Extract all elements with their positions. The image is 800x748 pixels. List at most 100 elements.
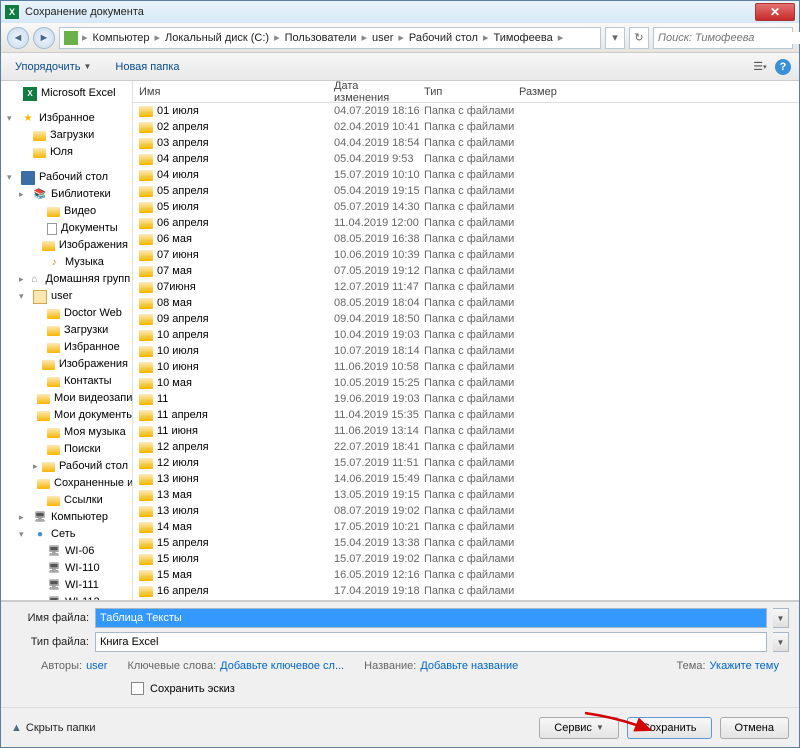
tree-item[interactable]: Поиски xyxy=(1,441,132,458)
breadcrumb-segment[interactable]: Тимофеева xyxy=(491,32,556,44)
file-row[interactable]: 07 мая07.05.2019 19:12Папка с файлами xyxy=(133,263,799,279)
breadcrumb-sep-icon[interactable]: ▸ xyxy=(556,31,566,44)
file-row[interactable]: 1119.06.2019 19:03Папка с файлами xyxy=(133,391,799,407)
expand-icon[interactable]: ▾ xyxy=(19,527,29,542)
file-row[interactable]: 15 мая16.05.2019 12:16Папка с файлами xyxy=(133,567,799,583)
tree-item[interactable]: Мои документь xyxy=(1,407,132,424)
refresh-button[interactable]: ↻ xyxy=(629,27,649,49)
new-folder-button[interactable]: Новая папка xyxy=(109,58,185,76)
organize-button[interactable]: Упорядочить▼ xyxy=(9,58,97,76)
tree-item[interactable]: Изображения xyxy=(1,237,132,254)
file-row[interactable]: 12 апреля22.07.2019 18:41Папка с файлами xyxy=(133,439,799,455)
theme-value[interactable]: Укажите тему xyxy=(710,660,779,672)
breadcrumb-sep-icon[interactable]: ▸ xyxy=(359,31,369,44)
expand-icon[interactable]: ▾ xyxy=(19,289,29,304)
expand-icon[interactable]: ▸ xyxy=(19,272,24,287)
file-row[interactable]: 13 июня14.06.2019 15:49Папка с файлами xyxy=(133,471,799,487)
tree-item[interactable]: Юля xyxy=(1,144,132,161)
nav-forward-button[interactable]: ► xyxy=(33,27,55,49)
tree-item[interactable]: XMicrosoft Excel xyxy=(1,85,132,102)
filename-dropdown-button[interactable]: ▼ xyxy=(773,608,789,628)
expand-icon[interactable]: ▸ xyxy=(33,459,38,474)
tree-item[interactable]: 🖥WI-112 xyxy=(1,594,132,600)
tree-item[interactable]: Моя музыка xyxy=(1,424,132,441)
tree-item[interactable]: Контакты xyxy=(1,373,132,390)
tree-item[interactable]: ▸Рабочий стол xyxy=(1,458,132,475)
file-row[interactable]: 10 июля10.07.2019 18:14Папка с файлами xyxy=(133,343,799,359)
breadcrumb-segment[interactable]: Локальный диск (C:) xyxy=(162,32,272,44)
help-button[interactable]: ? xyxy=(775,59,791,75)
file-row[interactable]: 13 мая13.05.2019 19:15Папка с файлами xyxy=(133,487,799,503)
tree-item[interactable]: Изображения xyxy=(1,356,132,373)
close-button[interactable]: ✕ xyxy=(755,3,795,21)
sidebar[interactable]: XMicrosoft Excel ▾★Избранное Загрузки Юля ▾Р… xyxy=(1,81,133,600)
file-row[interactable]: 16 мая17.05.2019 19:06Папка с файлами xyxy=(133,599,799,600)
breadcrumb-segment[interactable]: user xyxy=(369,32,396,44)
tree-item[interactable]: Сохраненные и xyxy=(1,475,132,492)
cancel-button[interactable]: Отмена xyxy=(720,717,789,739)
file-row[interactable]: 04 июля15.07.2019 10:10Папка с файлами xyxy=(133,167,799,183)
expand-icon[interactable]: ▸ xyxy=(19,510,29,525)
file-list[interactable]: Имя Дата изменения Тип Размер 01 июля04.… xyxy=(133,81,799,600)
file-row[interactable]: 05 июля05.07.2019 14:30Папка с файлами xyxy=(133,199,799,215)
breadcrumb-sep-icon[interactable]: ▸ xyxy=(481,31,491,44)
hide-folders-button[interactable]: ▲Скрыть папки xyxy=(11,722,95,734)
file-row[interactable]: 14 мая17.05.2019 10:21Папка с файлами xyxy=(133,519,799,535)
breadcrumb-segment[interactable]: Пользователи xyxy=(282,32,360,44)
col-header-type[interactable]: Тип xyxy=(418,86,513,98)
title-meta-value[interactable]: Добавьте название xyxy=(420,660,518,672)
breadcrumb-sep-icon[interactable]: ▸ xyxy=(272,31,282,44)
breadcrumb-segment[interactable]: Компьютер xyxy=(90,32,153,44)
file-row[interactable]: 11 апреля11.04.2019 15:35Папка с файлами xyxy=(133,407,799,423)
tree-item[interactable]: ▾Рабочий стол xyxy=(1,169,132,186)
tree-item[interactable]: Документы xyxy=(1,220,132,237)
service-button[interactable]: Сервис▼ xyxy=(539,717,619,739)
tree-item[interactable]: ▸🖥Компьютер xyxy=(1,509,132,526)
breadcrumb-sep-icon[interactable]: ▸ xyxy=(80,31,90,44)
file-row[interactable]: 04 апреля05.04.2019 9:53Папка с файлами xyxy=(133,151,799,167)
save-thumbnail-checkbox[interactable] xyxy=(131,682,144,695)
file-row[interactable]: 06 апреля11.04.2019 12:00Папка с файлами xyxy=(133,215,799,231)
file-row[interactable]: 10 мая10.05.2019 15:25Папка с файлами xyxy=(133,375,799,391)
file-row[interactable]: 07 июня10.06.2019 10:39Папка с файлами xyxy=(133,247,799,263)
file-row[interactable]: 16 апреля17.04.2019 19:18Папка с файлами xyxy=(133,583,799,599)
file-row[interactable]: 15 апреля15.04.2019 13:38Папка с файлами xyxy=(133,535,799,551)
keywords-value[interactable]: Добавьте ключевое сл... xyxy=(220,660,344,672)
file-row[interactable]: 02 апреля02.04.2019 10:41Папка с файлами xyxy=(133,119,799,135)
breadcrumb-segment[interactable]: Рабочий стол xyxy=(406,32,481,44)
tree-item[interactable]: ▾★Избранное xyxy=(1,110,132,127)
tree-item[interactable]: Doctor Web xyxy=(1,305,132,322)
file-row[interactable]: 13 июля08.07.2019 19:02Папка с файлами xyxy=(133,503,799,519)
view-options-button[interactable]: ☰▾ xyxy=(749,57,771,77)
tree-item[interactable]: 🖥WI-110 xyxy=(1,560,132,577)
file-row[interactable]: 01 июля04.07.2019 18:16Папка с файлами xyxy=(133,103,799,119)
file-row[interactable]: 10 апреля10.04.2019 19:03Папка с файлами xyxy=(133,327,799,343)
authors-value[interactable]: user xyxy=(86,660,107,672)
filetype-input[interactable]: Книга Excel xyxy=(95,632,767,652)
tree-item[interactable]: ▸📚Библиотеки xyxy=(1,186,132,203)
file-row[interactable]: 09 апреля09.04.2019 18:50Папка с файлами xyxy=(133,311,799,327)
file-row[interactable]: 11 июня11.06.2019 13:14Папка с файлами xyxy=(133,423,799,439)
breadcrumb[interactable]: ▸ Компьютер▸Локальный диск (C:)▸Пользова… xyxy=(59,27,601,49)
filetype-dropdown-button[interactable]: ▼ xyxy=(773,632,789,652)
tree-item[interactable]: Загрузки xyxy=(1,322,132,339)
file-row[interactable]: 12 июля15.07.2019 11:51Папка с файлами xyxy=(133,455,799,471)
tree-item[interactable]: Мои видеозапи xyxy=(1,390,132,407)
file-row[interactable]: 06 мая08.05.2019 16:38Папка с файлами xyxy=(133,231,799,247)
tree-item[interactable]: Избранное xyxy=(1,339,132,356)
breadcrumb-sep-icon[interactable]: ▸ xyxy=(152,31,162,44)
tree-item[interactable]: ▾●Сеть xyxy=(1,526,132,543)
col-header-date[interactable]: Дата изменения xyxy=(328,81,418,104)
file-row[interactable]: 08 мая08.05.2019 18:04Папка с файлами xyxy=(133,295,799,311)
file-row[interactable]: 15 июля15.07.2019 19:02Папка с файлами xyxy=(133,551,799,567)
filename-input[interactable]: Таблица Тексты xyxy=(95,608,767,628)
search-box[interactable]: 🔍 xyxy=(653,27,793,49)
expand-icon[interactable]: ▾ xyxy=(7,170,17,185)
tree-item[interactable]: 🖥WI-06 xyxy=(1,543,132,560)
col-header-size[interactable]: Размер xyxy=(513,86,583,98)
tree-item[interactable]: ♪Музыка xyxy=(1,254,132,271)
tree-item[interactable]: Видео xyxy=(1,203,132,220)
file-row[interactable]: 05 апреля05.04.2019 19:15Папка с файлами xyxy=(133,183,799,199)
file-row[interactable]: 07июня12.07.2019 11:47Папка с файлами xyxy=(133,279,799,295)
file-row[interactable]: 03 апреля04.04.2019 18:54Папка с файлами xyxy=(133,135,799,151)
